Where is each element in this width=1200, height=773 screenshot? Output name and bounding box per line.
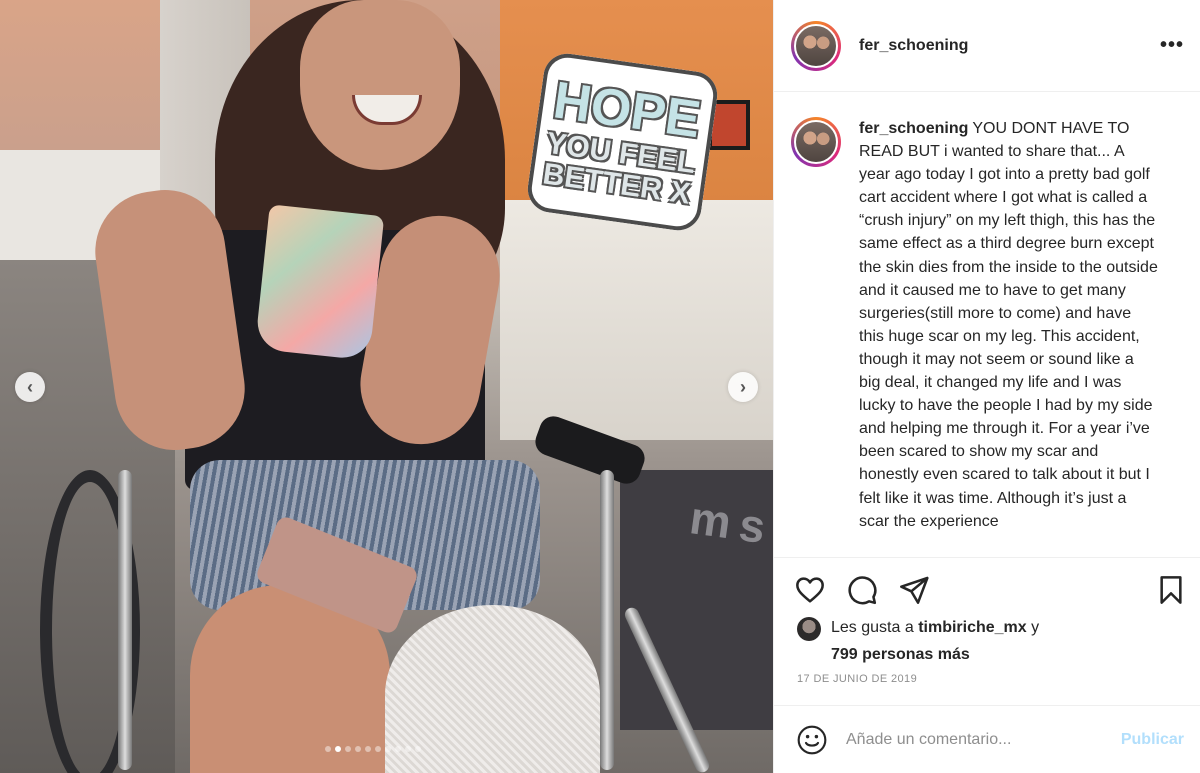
chevron-left-icon: ‹ xyxy=(27,376,33,397)
carousel-dot xyxy=(365,746,371,752)
share-icon[interactable] xyxy=(898,574,930,606)
heart-icon[interactable] xyxy=(794,574,826,606)
post-sidebar: fer_schoening ••• fer_schoening YOU DONT … xyxy=(773,0,1200,773)
caption: fer_schoening YOU DONT HAVE TO READ BUT i… xyxy=(859,117,1159,555)
hope-sticker: HOPE YOU FEEL BETTER X xyxy=(524,50,721,234)
comment-icon[interactable] xyxy=(846,574,878,606)
carousel-dot xyxy=(395,746,401,752)
wheelchair-frame-left xyxy=(118,470,132,770)
liker-avatar[interactable] xyxy=(797,617,821,641)
ice-cream-cup xyxy=(254,204,385,361)
post-header: fer_schoening ••• xyxy=(774,0,1200,92)
caption-area: fer_schoening YOU DONT HAVE TO READ BUT i… xyxy=(774,93,1200,555)
likes-summary: Les gusta a timbiriche_mx y 799 personas… xyxy=(797,614,1039,668)
bookmark-icon[interactable] xyxy=(1155,574,1187,606)
carousel-dot xyxy=(355,746,361,752)
carousel-prev-button[interactable]: ‹ xyxy=(15,372,45,402)
carousel-dot xyxy=(375,746,381,752)
wall-right-lower xyxy=(500,200,773,440)
post-date[interactable]: 17 DE JUNIO DE 2019 xyxy=(797,673,917,685)
post-actions xyxy=(774,557,1200,617)
avatar-image xyxy=(794,23,838,68)
likes-user[interactable]: timbiriche_mx xyxy=(918,619,1026,636)
post-photo[interactable]: m s HOPE YOU FEEL BETTER X ‹ › xyxy=(0,0,773,773)
carousel-next-button[interactable]: › xyxy=(728,372,758,402)
carousel-indicator xyxy=(325,746,421,752)
carousel-dot xyxy=(345,746,351,752)
likes-prefix: Les gusta a xyxy=(831,619,914,636)
caption-avatar[interactable] xyxy=(791,117,841,167)
likes-others[interactable]: 799 personas más xyxy=(831,646,970,663)
wheelchair-frame-right xyxy=(600,470,614,770)
person-face xyxy=(300,0,460,170)
wall-left xyxy=(0,0,175,150)
avatar[interactable] xyxy=(791,20,841,71)
carousel-dot xyxy=(325,746,331,752)
caption-username[interactable]: fer_schoening xyxy=(859,120,968,137)
likes-joiner: y xyxy=(1031,619,1040,636)
more-options-icon[interactable]: ••• xyxy=(1160,34,1184,57)
comment-input[interactable] xyxy=(846,730,1096,749)
comment-bar: Publicar xyxy=(774,705,1200,773)
header-username[interactable]: fer_schoening xyxy=(859,37,968,55)
publish-button[interactable]: Publicar xyxy=(1121,731,1184,749)
caption-text: YOU DONT HAVE TO READ BUT i wanted to sh… xyxy=(859,120,1158,530)
carousel-dot xyxy=(405,746,411,752)
likes-text: Les gusta a timbiriche_mx y 799 personas… xyxy=(831,614,1039,668)
emoji-icon[interactable] xyxy=(796,724,828,756)
carousel-dot xyxy=(415,746,421,752)
carousel-dot xyxy=(335,746,341,752)
avatar-image xyxy=(794,120,838,164)
carousel-dot xyxy=(385,746,391,752)
mat-text: m s xyxy=(686,491,767,553)
chevron-right-icon: › xyxy=(740,376,746,397)
